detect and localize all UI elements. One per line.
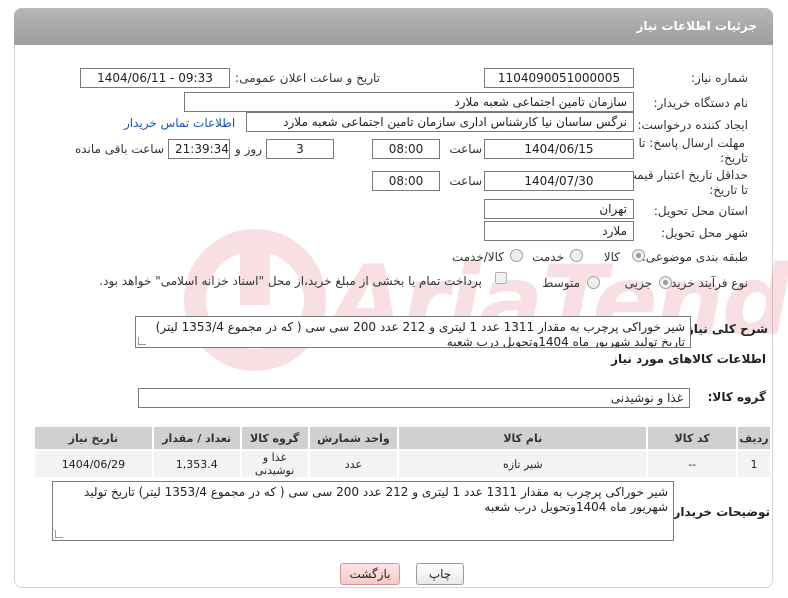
requester-label: ایجاد کننده درخواست: [637,118,748,132]
remaining-time-label: ساعت باقی مانده [74,142,164,156]
col-unit: واحد شمارش [307,425,400,451]
buyer-notes-label: توضیحات خریدار: [668,505,770,519]
cell-goods-group: غذا و نوشیدنی [239,449,310,479]
city-field: ملارد [484,221,634,241]
col-goods-group: گروه کالا [239,425,310,451]
buyer-org-field: سازمان تامین اجتماعی شعبه ملارد [184,92,634,112]
announce-date-field: 1404/06/11 - 09:33 [80,68,230,88]
process-option-medium: متوسط [542,276,580,290]
category-radio-service[interactable] [570,249,583,262]
page-title: جزئیات اطلاعات نیاز [636,19,757,33]
days-label: روز و [235,142,262,156]
requester-field: نرگس ساسان نیا کارشناس اداری سازمان تامی… [246,112,634,132]
buyer-contact-link[interactable]: اطلاعات تماس خریدار [124,116,235,130]
province-label: استان محل تحویل: [653,204,748,218]
cell-unit: عدد [307,449,400,479]
resize-handle-icon[interactable] [138,337,146,345]
treasury-payment-checkbox[interactable] [495,272,507,284]
print-button[interactable]: چاپ [416,563,464,585]
cell-quantity: 1,353.4 [151,449,242,479]
resize-handle-icon[interactable] [55,530,63,538]
col-need-date: تاریخ نیاز [33,425,154,451]
description-text: شیر خوراکی پرچرب به مقدار 1311 عدد 1 لیت… [155,320,685,348]
category-radio-goods-service[interactable] [510,249,523,262]
reply-deadline-label: مهلت ارسال پاسخ: تا [638,136,745,150]
price-time-field: 08:00 [372,171,440,191]
price-time-label: ساعت [449,174,482,188]
remaining-time-field: 21:39:34 [168,139,230,159]
col-goods-name: نام کالا [397,425,649,451]
description-label: شرح کلی نیاز: [682,322,768,336]
process-radio-medium[interactable] [587,276,600,289]
col-row-number: ردیف [736,425,772,451]
category-radio-goods[interactable] [632,249,645,262]
cell-need-date: 1404/06/29 [33,449,154,479]
treasury-payment-note: پرداخت تمام یا بخشی از مبلغ خرید،از محل … [99,274,482,288]
province-field: تهران [484,199,634,219]
back-button[interactable]: بازگشت [340,563,400,585]
reply-deadline-label-2: تاریخ: [720,151,748,165]
buyer-notes-text: شیر خوراکی پرچرب به مقدار 1311 عدد 1 لیت… [84,485,668,514]
goods-group-label: گروه کالا: [707,390,766,404]
days-field: 3 [266,139,334,159]
process-radio-minor[interactable] [659,276,672,289]
col-goods-code: کد کالا [646,425,739,451]
reply-time-label: ساعت [449,142,482,156]
goods-table-header: ردیف کد کالا نام کالا واحد شمارش گروه کا… [33,425,772,451]
cell-row-number: 1 [736,449,772,479]
need-number-label: شماره نیاز: [691,71,748,85]
process-option-minor: جزیی [624,276,652,290]
category-option-goods-service: کالا/خدمت [451,250,504,264]
price-validity-label: حداقل تاریخ اعتبار قیمت: [621,168,748,182]
price-date-field: 1404/07/30 [484,171,634,191]
city-label: شهر محل تحویل: [661,226,748,240]
reply-time-field: 08:00 [372,139,440,159]
table-row: 1 -- شیر تازه عدد غذا و نوشیدنی 1,353.4 … [33,449,772,479]
announce-date-label: تاریخ و ساعت اعلان عمومی: [235,71,380,85]
category-option-goods: کالا [603,250,620,264]
goods-group-field: غذا و نوشیدنی [138,388,690,408]
cell-goods-code: -- [646,449,739,479]
panel-header: جزئیات اطلاعات نیاز [14,8,773,45]
buyer-org-label: نام دستگاه خریدار: [653,96,749,110]
cell-goods-name: شیر تازه [397,449,649,479]
goods-section-title: اطلاعات کالاهای مورد نیاز [611,352,766,366]
col-quantity: تعداد / مقدار [151,425,242,451]
need-number-field: 1104090051000005 [484,68,634,88]
category-label: طبقه بندی موضوعی: [641,250,748,264]
process-label: نوع فرآیند خرید : [663,276,748,290]
reply-date-field: 1404/06/15 [484,139,634,159]
goods-table: ردیف کد کالا نام کالا واحد شمارش گروه کا… [33,425,772,479]
price-validity-label-2: تا تاریخ: [709,183,748,197]
buyer-notes-textarea[interactable]: شیر خوراکی پرچرب به مقدار 1311 عدد 1 لیت… [52,481,674,541]
description-textarea[interactable]: شیر خوراکی پرچرب به مقدار 1311 عدد 1 لیت… [135,316,691,348]
category-option-service: خدمت [532,250,564,264]
